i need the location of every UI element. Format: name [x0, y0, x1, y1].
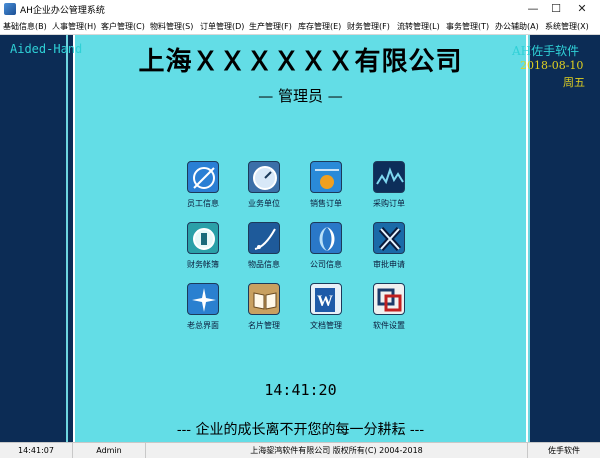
tile-employee-info[interactable]: 员工信息 [172, 161, 234, 215]
card-icon [248, 283, 280, 315]
right-panel-date: 2018-08-10 [520, 59, 584, 72]
sales-order-icon [310, 161, 342, 193]
approval-icon [373, 222, 405, 254]
employee-icon [187, 161, 219, 193]
tile-software-settings[interactable]: 软件设置 [358, 283, 420, 337]
status-bar: 14:41:07 Admin 上海鋆鸿软件有限公司 版权所有(C) 2004-2… [0, 442, 600, 458]
slogan: --- 企业的成长离不开您的每一分耕耘 --- [176, 422, 425, 438]
tile-company-info[interactable]: 公司信息 [295, 222, 357, 276]
company-title: 上海ＸＸＸＸＸＸ有限公司 [138, 47, 463, 77]
menu-inventory[interactable]: 库存管理(E) [298, 21, 341, 32]
menu-bar: 基础信息(B) 人事管理(H) 客户管理(C) 物料管理(S) 订单管理(D) … [0, 18, 600, 35]
tile-label: 物品信息 [248, 260, 280, 269]
left-panel-edge [66, 35, 68, 442]
right-panel [528, 35, 600, 442]
tile-label: 采购订单 [373, 199, 405, 208]
left-panel-text: Aided-Hand [10, 42, 83, 56]
menu-basic-info[interactable]: 基础信息(B) [3, 21, 47, 32]
settings-icon [373, 283, 405, 315]
tile-label: 软件设置 [373, 321, 405, 330]
right-panel-weekday: 周五 [563, 76, 585, 89]
status-time: 14:41:07 [0, 443, 73, 458]
menu-production[interactable]: 生产管理(F) [249, 21, 292, 32]
tile-label: 文档管理 [310, 321, 342, 330]
tile-sales-order[interactable]: 销售订单 [295, 161, 357, 215]
menu-customer[interactable]: 客户管理(C) [101, 21, 145, 32]
menu-orders[interactable]: 订单管理(D) [200, 21, 244, 32]
status-copyright: 上海鋆鸿软件有限公司 版权所有(C) 2004-2018 [146, 443, 528, 458]
tile-label: 老总界面 [187, 321, 219, 330]
title-bar: AH企业办公管理系统 — ☐ ✕ [0, 0, 600, 18]
status-brand: 佐手软件 [548, 446, 580, 455]
menu-hr[interactable]: 人事管理(H) [52, 21, 96, 32]
tile-label: 销售订单 [310, 199, 342, 208]
tile-business-unit[interactable]: 业务单位 [233, 161, 295, 215]
app-icon [4, 3, 16, 15]
close-button[interactable]: ✕ [562, 0, 600, 18]
tile-label: 业务单位 [248, 199, 280, 208]
purchase-order-icon [373, 161, 405, 193]
tile-card-manage[interactable]: 名片管理 [233, 283, 295, 337]
menu-workflow[interactable]: 流转管理(L) [397, 21, 440, 32]
right-panel-edge [528, 35, 530, 442]
tile-goods-info[interactable]: 物品信息 [233, 222, 295, 276]
menu-system[interactable]: 系统管理(X) [545, 21, 589, 32]
company-icon [310, 222, 342, 254]
document-icon: W [310, 283, 342, 315]
tile-ledger[interactable]: 财务帐簿 [172, 222, 234, 276]
main-panel: 上海ＸＸＸＸＸＸ有限公司 — 管理员 — 员工信息 业务单位 销售订单 采购订单… [75, 35, 526, 442]
boss-icon [187, 283, 219, 315]
svg-text:W: W [317, 293, 333, 310]
menu-finance[interactable]: 财务管理(F) [347, 21, 390, 32]
tile-approval[interactable]: 审批申请 [358, 222, 420, 276]
menu-affairs[interactable]: 事务管理(T) [446, 21, 489, 32]
user-role: — 管理员 — [258, 87, 343, 105]
tile-document-manage[interactable]: W 文档管理 [295, 283, 357, 337]
window-title: AH企业办公管理系统 [20, 6, 105, 16]
clock: 14:41:20 [264, 381, 337, 399]
tile-label: 公司信息 [310, 260, 342, 269]
business-unit-icon [248, 161, 280, 193]
status-user: Admin [73, 443, 146, 458]
ledger-icon [187, 222, 219, 254]
menu-office-aid[interactable]: 办公辅助(A) [495, 21, 539, 32]
tile-label: 财务帐簿 [187, 260, 219, 269]
left-panel [0, 35, 73, 442]
menu-materials[interactable]: 物料管理(S) [150, 21, 193, 32]
tile-label: 审批申请 [373, 260, 405, 269]
right-panel-brand: AH佐手软件 [512, 44, 580, 58]
tile-label: 名片管理 [248, 321, 280, 330]
tile-purchase-order[interactable]: 采购订单 [358, 161, 420, 215]
tile-boss-view[interactable]: 老总界面 [172, 283, 234, 337]
goods-icon [248, 222, 280, 254]
tile-label: 员工信息 [187, 199, 219, 208]
